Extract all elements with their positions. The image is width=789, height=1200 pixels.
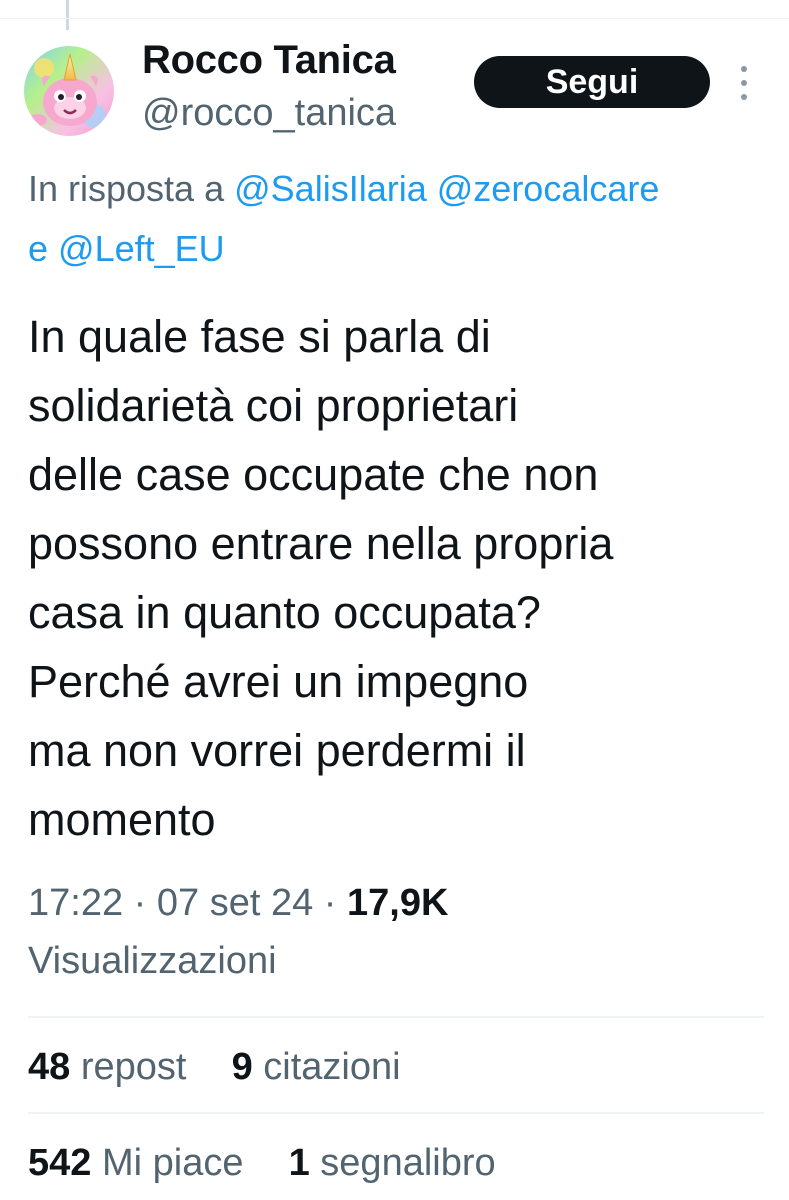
likes-stat[interactable]: 542 Mi piace [28, 1142, 254, 1184]
likes-label: Mi piace [101, 1142, 244, 1184]
tweet-meta: 17:22 · 07 set 24 · 17,9K [28, 882, 448, 925]
reply-context-continued: e @Left_EU [28, 228, 225, 270]
quotes-count: 9 [231, 1046, 253, 1088]
author-handle[interactable]: @rocco_tanica [142, 92, 396, 135]
divider [28, 1112, 764, 1114]
views-label: Visualizzazioni [28, 940, 277, 982]
reply-prefix: In risposta a [28, 168, 225, 209]
avatar[interactable] [24, 46, 114, 136]
mention-link[interactable]: @Left_EU [58, 228, 225, 269]
follow-button[interactable]: Segui [474, 56, 710, 108]
bookmarks-stat[interactable]: 1 segnalibro [289, 1142, 496, 1184]
bookmarks-count: 1 [288, 1142, 310, 1184]
tweet-time[interactable]: 17:22 [28, 882, 123, 924]
likes-count: 542 [28, 1142, 92, 1184]
engagement-row-likes: 542 Mi piace 1 segnalibro [28, 1142, 496, 1185]
reposts-count: 48 [28, 1046, 71, 1088]
reposts-label: repost [80, 1046, 187, 1088]
author-display-name[interactable]: Rocco Tanica [142, 38, 396, 83]
reply-context: In risposta a @SalisIlaria @zerocalcare [28, 168, 659, 210]
divider [28, 1016, 764, 1018]
tweet-text-line: delle case occupate che non [28, 449, 599, 500]
quotes-stat[interactable]: 9 citazioni [232, 1046, 401, 1088]
tweet-text-line: momento [28, 794, 216, 845]
unicorn-avatar-icon [24, 46, 114, 136]
more-options-icon[interactable] [738, 66, 750, 100]
tweet-text-line: ma non vorrei perdermi il [28, 725, 526, 776]
tweet-text-line: In quale fase si parla di [28, 311, 491, 362]
meta-separator: · [323, 882, 337, 924]
views-count: 17,9K [347, 882, 449, 924]
tweet-text: In quale fase si parla di solidarietà co… [28, 302, 768, 854]
mention-link[interactable]: @SalisIlaria [234, 168, 427, 209]
reply-joiner: e [28, 228, 49, 269]
reposts-stat[interactable]: 48 repost [28, 1046, 197, 1088]
engagement-row-reposts: 48 repost 9 citazioni [28, 1046, 401, 1089]
tweet-text-line: Perché avrei un impegno [28, 656, 529, 707]
bookmarks-label: segnalibro [320, 1142, 496, 1184]
tweet-date[interactable]: 07 set 24 [157, 882, 313, 924]
quotes-label: citazioni [263, 1046, 401, 1088]
mention-link[interactable]: @zerocalcare [437, 168, 660, 209]
tweet-text-line: solidarietà coi proprietari [28, 380, 519, 431]
tweet-text-line: casa in quanto occupata? [28, 587, 541, 638]
meta-separator: · [133, 882, 147, 924]
thread-connector-line [66, 0, 69, 30]
tweet-text-line: possono entrare nella propria [28, 518, 614, 569]
top-divider [0, 18, 789, 19]
